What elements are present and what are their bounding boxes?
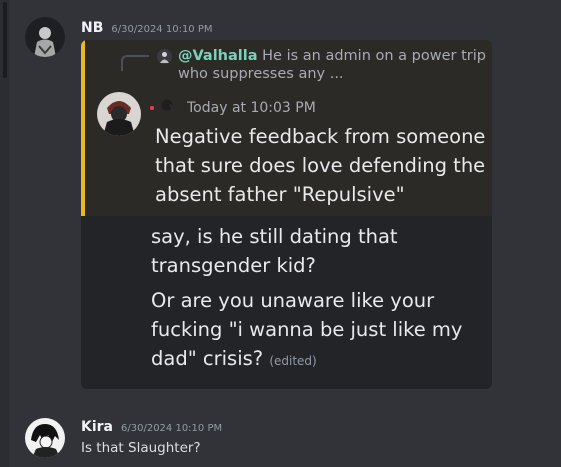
reply-reference[interactable]: @Valhalla He is an admin on a power trip… xyxy=(157,47,487,83)
reply-connector xyxy=(121,55,149,71)
mention[interactable]: @Valhalla xyxy=(178,48,258,64)
role-icon xyxy=(160,98,179,117)
message-line: say, is he still dating that transgender… xyxy=(151,225,398,277)
edited-label: (edited) xyxy=(269,354,317,368)
avatar[interactable] xyxy=(25,418,65,458)
quoted-timestamp: Today at 10:03 PM xyxy=(187,99,316,116)
username[interactable]: Kira xyxy=(81,419,113,435)
avatar[interactable] xyxy=(25,17,65,57)
quoted-author-avatar[interactable] xyxy=(97,92,141,136)
scrollbar[interactable] xyxy=(0,0,9,467)
reply-avatar xyxy=(157,49,172,68)
message-text: Is that Slaughter? xyxy=(81,440,201,456)
message-header: NB 6/30/2024 10:10 PM xyxy=(81,20,213,36)
timestamp: 6/30/2024 10:10 PM xyxy=(121,423,223,434)
timestamp: 6/30/2024 10:10 PM xyxy=(111,24,213,35)
message-content: @Valhalla He is an admin on a power trip… xyxy=(81,40,492,389)
quoted-text: Negative feedback from someone that sure… xyxy=(155,125,486,206)
message-line: Or are you unaware like your fucking "i … xyxy=(151,286,486,376)
message-header: Kira 6/30/2024 10:10 PM xyxy=(81,419,222,435)
username[interactable]: NB xyxy=(81,20,103,36)
quoted-message[interactable]: @Valhalla He is an admin on a power trip… xyxy=(81,40,492,216)
quoted-header: Today at 10:03 PM xyxy=(150,98,316,117)
status-dot xyxy=(150,105,154,110)
scrollbar-thumb[interactable] xyxy=(3,2,7,78)
reply-preview: @Valhalla He is an admin on a power trip… xyxy=(178,47,487,83)
